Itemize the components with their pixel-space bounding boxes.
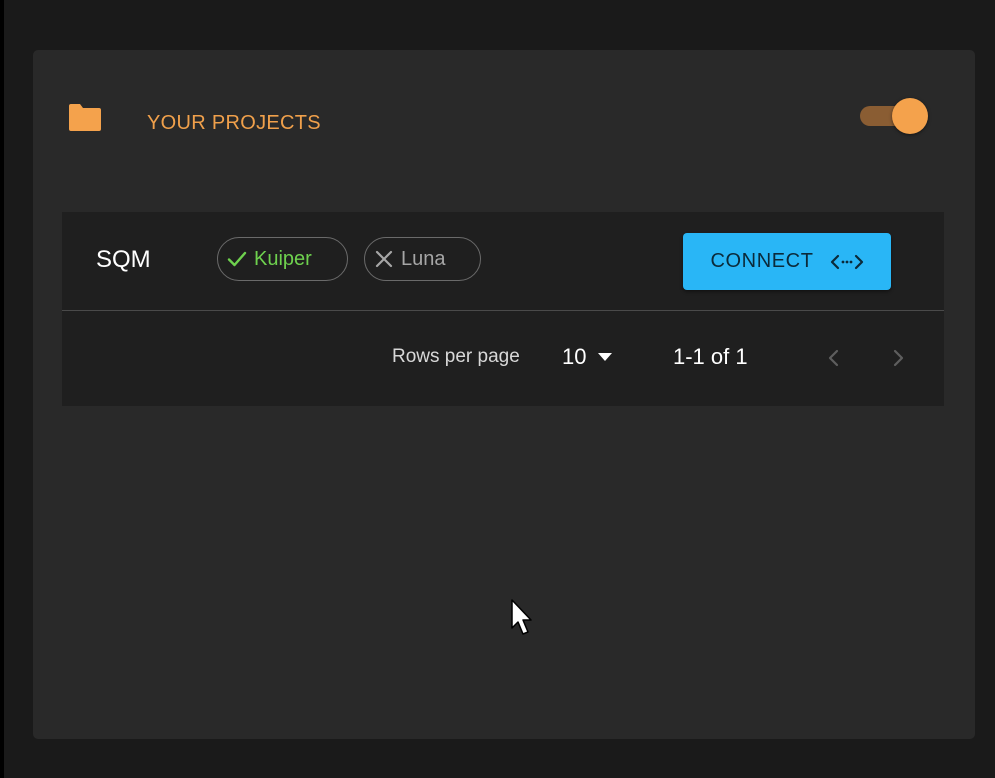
projects-card: YOUR PROJECTS SQM Kuiper Luna CONNECT Ro… <box>33 50 975 739</box>
chip-luna[interactable]: Luna <box>364 237 481 281</box>
chevron-left-icon <box>828 349 839 367</box>
toggle-thumb[interactable] <box>892 98 928 134</box>
page-range: 1-1 of 1 <box>673 344 748 369</box>
caret-down-icon <box>598 353 613 361</box>
chip-label: Kuiper <box>254 247 312 270</box>
chevron-right-icon <box>893 349 904 367</box>
previous-page-button[interactable] <box>816 338 852 378</box>
connect-label: CONNECT <box>710 250 814 272</box>
rows-per-page-label: Rows per page <box>392 346 520 367</box>
table-row: SQM Kuiper Luna CONNECT <box>62 212 944 311</box>
close-icon <box>375 250 393 268</box>
rows-per-page-select[interactable]: 10 <box>562 339 626 375</box>
chip-label: Luna <box>401 247 446 270</box>
mouse-pointer-icon <box>511 599 532 635</box>
projects-toggle[interactable] <box>858 98 930 134</box>
rows-per-page-value: 10 <box>562 344 587 369</box>
projects-table: SQM Kuiper Luna CONNECT Rows per page 10… <box>62 212 944 406</box>
card-header: YOUR PROJECTS <box>33 50 975 200</box>
card-title: YOUR PROJECTS <box>147 112 321 134</box>
next-page-button[interactable] <box>880 338 916 378</box>
folder-icon <box>69 104 101 131</box>
project-name: SQM <box>96 246 151 273</box>
check-icon <box>227 251 247 267</box>
code-arrows-icon <box>830 254 863 269</box>
connect-button[interactable]: CONNECT <box>683 233 891 290</box>
window-edge <box>0 0 4 778</box>
pagination: Rows per page 10 1-1 of 1 <box>62 311 944 406</box>
chip-kuiper[interactable]: Kuiper <box>217 237 348 281</box>
